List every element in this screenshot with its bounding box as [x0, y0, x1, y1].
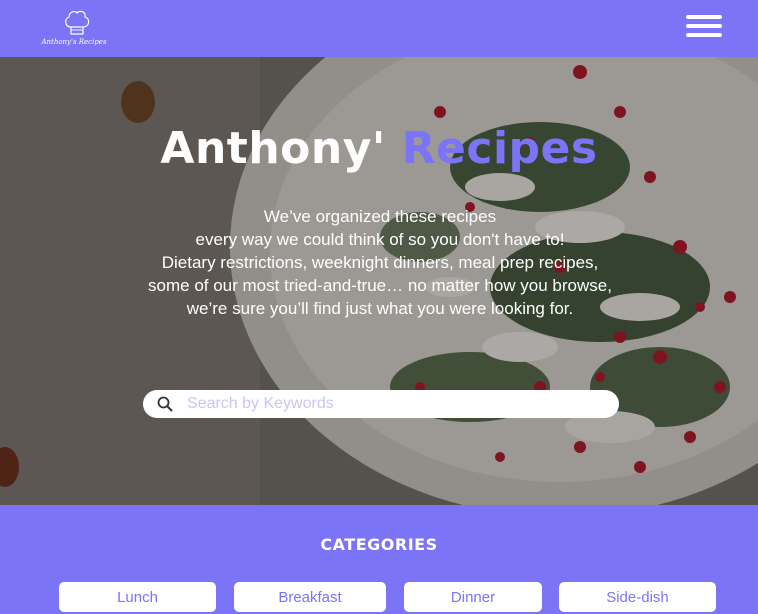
logo-text: Anthony's Recipes — [41, 38, 107, 46]
hamburger-menu-button[interactable] — [684, 15, 724, 39]
site-logo[interactable]: Anthony's Recipes — [40, 7, 108, 55]
category-button-breakfast[interactable]: Breakfast — [234, 582, 386, 612]
search-icon[interactable] — [157, 396, 173, 412]
hero-description-line: We’ve organized these recipes — [263, 207, 497, 226]
hero-description: We’ve organized these recipes every way … — [110, 205, 650, 320]
category-button-side-dish[interactable]: Side-dish — [559, 582, 716, 612]
category-button-dinner[interactable]: Dinner — [404, 582, 542, 612]
hero-title-main: Anthony' — [160, 123, 402, 174]
categories-title: CATEGORIES — [320, 535, 438, 554]
hero-title-accent: Recipes — [401, 123, 598, 174]
hero-description-line: Dietary restrictions, weeknight dinners,… — [161, 253, 599, 272]
hero-section: Anthony' Recipes We’ve organized these r… — [0, 57, 758, 505]
top-nav-bar: Anthony's Recipes — [0, 0, 758, 57]
search-input[interactable] — [187, 392, 597, 416]
hamburger-menu-icon — [686, 15, 722, 19]
hero-description-line: every way we could think of so you don't… — [195, 230, 565, 249]
menu-icon-bar-bottom — [686, 33, 722, 37]
hero-description-line: we’re sure you’ll find just what you wer… — [186, 299, 574, 318]
chef-hat-icon — [65, 10, 90, 35]
menu-icon-bar-middle — [686, 24, 722, 28]
categories-section: CATEGORIES Lunch Breakfast Dinner Side-d… — [0, 505, 758, 612]
hero-description-line: some of our most tried-and-true… no matt… — [148, 276, 612, 295]
category-button-lunch[interactable]: Lunch — [59, 582, 216, 612]
hero-title: Anthony' Recipes — [0, 123, 758, 174]
search-bar[interactable] — [143, 390, 619, 418]
